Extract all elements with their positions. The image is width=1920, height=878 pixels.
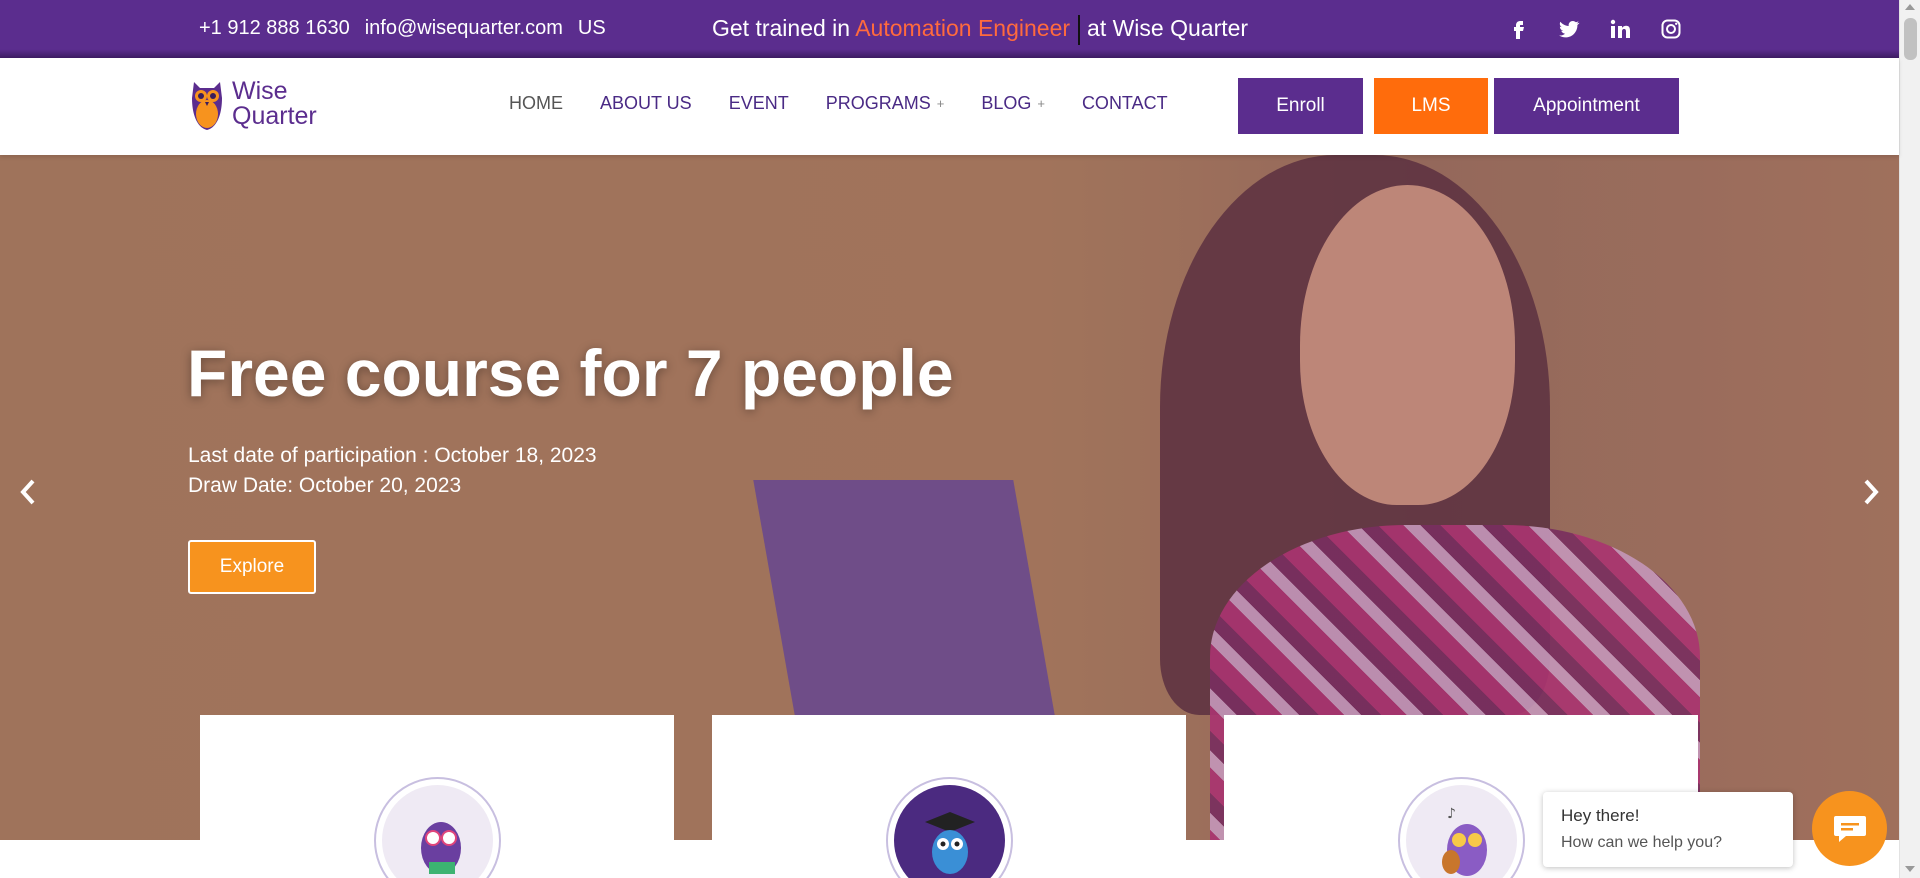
hero-deadline: Last date of participation : October 18,… bbox=[188, 444, 597, 467]
twitter-icon[interactable] bbox=[1557, 17, 1581, 41]
promo-text: Get trained in Automation Engineer at Wis… bbox=[712, 15, 1248, 45]
nav-about-label: ABOUT US bbox=[600, 93, 692, 113]
scrollbar-thumb[interactable] bbox=[1904, 18, 1917, 60]
typing-cursor bbox=[1078, 15, 1081, 45]
owl-musician-icon: ♪ bbox=[1406, 785, 1517, 878]
main-header: Wise Quarter HOME ABOUT US EVENT PROGRAM… bbox=[0, 58, 1899, 155]
svg-text:♪: ♪ bbox=[1447, 806, 1456, 822]
chat-greeting-bubble[interactable]: Hey there! How can we help you? bbox=[1543, 792, 1793, 867]
chat-launcher-button[interactable] bbox=[1812, 791, 1887, 866]
owl-logo-icon bbox=[192, 82, 222, 130]
main-nav: HOME ABOUT US EVENT PROGRAMS + BLOG + CONT… bbox=[509, 93, 1168, 114]
chat-prompt: How can we help you? bbox=[1561, 834, 1722, 851]
page-scrollbar[interactable] bbox=[1899, 0, 1920, 878]
hero-title: Free course for 7 people bbox=[187, 336, 954, 410]
chevron-left-icon[interactable] bbox=[18, 477, 38, 515]
facebook-icon[interactable] bbox=[1506, 17, 1530, 41]
promo-highlight: Automation Engineer bbox=[855, 15, 1071, 42]
logo-line-1: Wise bbox=[232, 77, 288, 105]
appointment-button[interactable]: Appointment bbox=[1494, 78, 1679, 134]
contact-info: +1 912 888 1630 info@wisequarter.com US bbox=[199, 17, 606, 40]
scroll-up-icon[interactable] bbox=[1905, 4, 1915, 10]
card-avatar bbox=[886, 777, 1013, 878]
owl-coder-icon bbox=[382, 785, 493, 878]
nav-home-label: HOME bbox=[509, 93, 563, 113]
instagram-icon[interactable] bbox=[1659, 17, 1683, 41]
nav-about-us[interactable]: ABOUT US bbox=[600, 93, 692, 114]
nav-home[interactable]: HOME bbox=[509, 93, 563, 114]
owl-graduate-icon bbox=[894, 785, 1005, 878]
chat-greeting: Hey there! bbox=[1561, 806, 1640, 825]
nav-event[interactable]: EVENT bbox=[729, 93, 789, 114]
chevron-right-icon[interactable] bbox=[1861, 477, 1881, 515]
promo-prefix: Get trained in bbox=[712, 15, 851, 42]
nav-blog[interactable]: BLOG + bbox=[981, 93, 1045, 114]
social-links bbox=[1506, 17, 1683, 41]
nav-programs[interactable]: PROGRAMS + bbox=[826, 93, 945, 114]
nav-blog-label: BLOG bbox=[981, 93, 1032, 113]
logo-wordmark: Wise Quarter bbox=[232, 79, 317, 129]
card-avatar: ♪ bbox=[1398, 777, 1525, 878]
chat-icon bbox=[1833, 815, 1866, 842]
linkedin-icon[interactable] bbox=[1608, 17, 1632, 41]
feature-card[interactable] bbox=[712, 715, 1186, 878]
blog-expand-icon: + bbox=[1037, 96, 1045, 111]
site-logo[interactable]: Wise Quarter bbox=[188, 74, 317, 134]
lms-button[interactable]: LMS bbox=[1374, 78, 1488, 134]
nav-contact-label: CONTACT bbox=[1081, 93, 1168, 113]
region-label[interactable]: US bbox=[578, 17, 606, 40]
top-bar: +1 912 888 1630 info@wisequarter.com US … bbox=[0, 0, 1899, 58]
logo-line-2: Quarter bbox=[232, 102, 317, 130]
explore-button[interactable]: Explore bbox=[188, 540, 316, 594]
nav-programs-label: PROGRAMS bbox=[825, 93, 931, 113]
email-link[interactable]: info@wisequarter.com bbox=[365, 17, 563, 40]
enroll-button[interactable]: Enroll bbox=[1238, 78, 1363, 134]
promo-suffix: at Wise Quarter bbox=[1087, 15, 1249, 42]
nav-event-label: EVENT bbox=[728, 93, 789, 113]
hero-draw-date: Draw Date: October 20, 2023 bbox=[188, 474, 462, 497]
feature-card[interactable] bbox=[200, 715, 674, 878]
card-avatar bbox=[374, 777, 501, 878]
nav-contact[interactable]: CONTACT bbox=[1082, 93, 1168, 114]
phone-link[interactable]: +1 912 888 1630 bbox=[199, 17, 350, 40]
scroll-down-icon[interactable] bbox=[1905, 866, 1915, 872]
programs-expand-icon: + bbox=[936, 96, 945, 111]
